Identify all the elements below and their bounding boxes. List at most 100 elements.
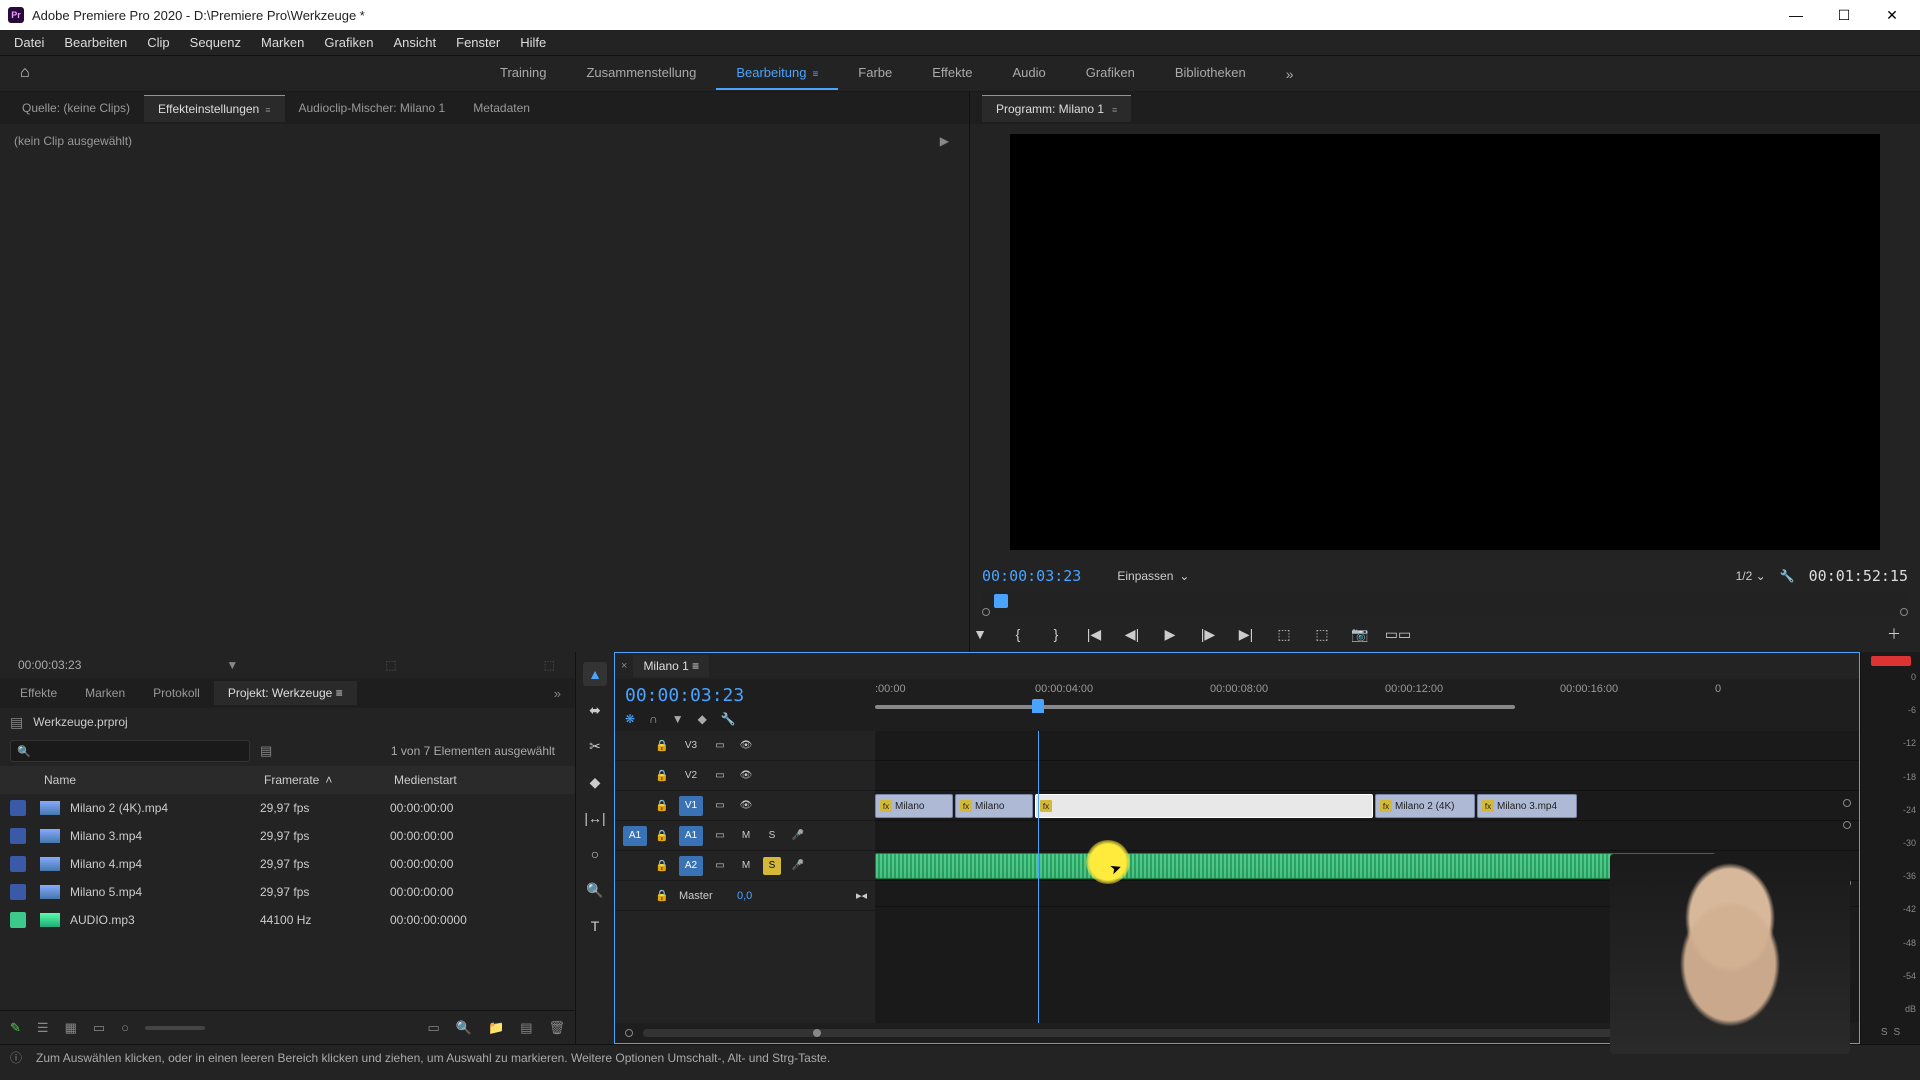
menu-fenster[interactable]: Fenster <box>446 31 510 54</box>
timeline-ruler[interactable]: :00:0000:00:04:0000:00:08:0000:00:12:000… <box>875 679 1859 731</box>
scroll-handle-icon[interactable] <box>1843 821 1851 829</box>
slip-tool[interactable]: |↔| <box>583 806 607 830</box>
program-scrubber[interactable] <box>982 592 1908 616</box>
type-tool[interactable]: T <box>583 914 607 938</box>
menu-hilfe[interactable]: Hilfe <box>510 31 556 54</box>
marker-icon[interactable]: ◆ <box>698 712 707 726</box>
workspace-tab-grafiken[interactable]: Grafiken <box>1066 57 1155 90</box>
view-toggle-icon[interactable]: ▤ <box>260 743 272 759</box>
linked-selection-icon[interactable]: ∩ <box>649 712 658 726</box>
video-clip[interactable]: fxMilano 3.mp4 <box>1477 794 1577 818</box>
voice-over-icon[interactable]: 🎤 <box>789 827 807 845</box>
col-mediastart[interactable]: Medienstart <box>394 773 575 787</box>
mark-out-icon[interactable]: } <box>1046 624 1066 644</box>
toggle-output-icon[interactable]: ▭ <box>711 857 729 875</box>
find-icon[interactable]: 🔍 <box>456 1020 472 1036</box>
go-to-out-icon[interactable]: ▶| <box>1236 624 1256 644</box>
workspace-tab-farbe[interactable]: Farbe <box>838 57 912 90</box>
workspace-tab-bibliotheken[interactable]: Bibliotheken <box>1155 57 1266 90</box>
play-icon[interactable]: ▶ <box>1160 624 1180 644</box>
audio-clip[interactable] <box>875 853 1715 879</box>
comparison-view-icon[interactable]: ▭▭ <box>1388 624 1408 644</box>
project-row[interactable]: Milano 5.mp429,97 fps00:00:00:00 <box>0 878 575 906</box>
scrubber-playhead[interactable] <box>994 594 1008 608</box>
selection-tool[interactable]: ▲ <box>583 662 607 686</box>
track-v2-header[interactable]: 🔒 V2 ▭ 👁 <box>615 761 875 791</box>
overwrite-icon[interactable]: ⬚ <box>544 658 555 672</box>
home-icon[interactable]: ⌂ <box>20 64 40 84</box>
tab-effects[interactable]: Effekte <box>6 681 71 705</box>
lock-icon[interactable]: 🔒 <box>655 769 671 782</box>
menu-icon[interactable]: ≡ <box>1112 105 1117 115</box>
master-value[interactable]: 0,0 <box>737 890 752 902</box>
zoom-handle-right[interactable] <box>813 1029 821 1037</box>
track-v1-lane[interactable]: fxMilanofxMilanofxfxMilano 2 (4K)fxMilan… <box>875 791 1859 821</box>
workspace-tab-zusammenstellung[interactable]: Zusammenstellung <box>566 57 716 90</box>
program-viewer[interactable] <box>1010 134 1880 550</box>
zoom-dropdown[interactable]: 1/2 ⌄ <box>1736 569 1766 583</box>
mark-in-icon[interactable]: { <box>1008 624 1028 644</box>
track-a2-header[interactable]: 🔒 A2 ▭ M S 🎤 <box>615 851 875 881</box>
video-clip[interactable]: fx <box>1035 794 1373 818</box>
eye-icon[interactable]: 👁 <box>737 767 755 785</box>
tab-project[interactable]: Projekt: Werkzeuge ≡ <box>214 681 357 705</box>
export-frame-icon[interactable]: 📷 <box>1350 624 1370 644</box>
track-a1-header[interactable]: A1 🔒 A1 ▭ M S 🎤 <box>615 821 875 851</box>
freeform-view-icon[interactable]: ▭ <box>93 1020 105 1036</box>
add-marker-icon[interactable]: ▼ <box>672 712 684 726</box>
zoom-slider-icon[interactable]: ○ <box>121 1020 129 1035</box>
lock-icon[interactable]: 🔒 <box>655 829 671 842</box>
program-timecode[interactable]: 00:00:03:23 <box>982 567 1081 585</box>
menu-icon[interactable]: ≡ <box>336 686 343 700</box>
zoom-handle-left[interactable] <box>625 1029 633 1037</box>
video-clip[interactable]: fxMilano <box>875 794 953 818</box>
menu-datei[interactable]: Datei <box>4 31 54 54</box>
toggle-output-icon[interactable]: ▭ <box>711 797 729 815</box>
tab-audio-mixer[interactable]: Audioclip-Mischer: Milano 1 <box>285 95 460 121</box>
lock-icon[interactable]: 🔒 <box>655 889 671 902</box>
wrench-icon[interactable]: 🔧 <box>1780 569 1795 583</box>
settings-icon[interactable]: 🔧 <box>721 712 736 726</box>
lock-icon[interactable]: 🔒 <box>655 859 671 872</box>
tab-markers[interactable]: Marken <box>71 681 139 705</box>
toggle-output-icon[interactable]: ▭ <box>711 827 729 845</box>
insert-icon[interactable]: ⬚ <box>385 658 396 672</box>
scrubber-handle-right[interactable] <box>1900 608 1908 616</box>
step-forward-icon[interactable]: |▶ <box>1198 624 1218 644</box>
lock-icon[interactable]: 🔒 <box>655 739 671 752</box>
track-select-tool[interactable]: ⬌ <box>583 698 607 722</box>
track-target-a1[interactable]: A1 <box>679 826 703 846</box>
new-item-icon[interactable]: ✎ <box>10 1020 21 1036</box>
hand-tool[interactable]: 🔍 <box>583 878 607 902</box>
menu-icon[interactable]: ≡ <box>812 69 818 80</box>
delete-icon[interactable]: 🗑 <box>548 1020 565 1036</box>
list-view-icon[interactable]: ☰ <box>37 1020 49 1036</box>
menu-grafiken[interactable]: Grafiken <box>314 31 383 54</box>
filter-icon[interactable]: ▼ <box>226 658 238 672</box>
scrubber-handle-left[interactable] <box>982 608 990 616</box>
button-editor-icon[interactable]: ＋ <box>1884 624 1904 644</box>
collapse-icon[interactable]: ▸◂ <box>856 889 867 902</box>
workspace-tab-training[interactable]: Training <box>480 57 566 90</box>
video-clip[interactable]: fxMilano 2 (4K) <box>1375 794 1475 818</box>
close-sequence-icon[interactable]: × <box>621 660 627 672</box>
maximize-button[interactable]: ☐ <box>1832 7 1856 24</box>
pen-tool[interactable]: ○ <box>583 842 607 866</box>
razor-tool[interactable]: ◆ <box>583 770 607 794</box>
menu-bearbeiten[interactable]: Bearbeiten <box>54 31 137 54</box>
workspace-more-icon[interactable]: » <box>1286 66 1294 82</box>
tab-program[interactable]: Programm: Milano 1≡ <box>982 95 1131 122</box>
track-target-v3[interactable]: V3 <box>679 736 703 756</box>
tab-effect-controls[interactable]: Effekteinstellungen≡ <box>144 95 284 122</box>
add-marker-icon[interactable]: ▼ <box>970 624 990 644</box>
ripple-edit-tool[interactable]: ✂ <box>583 734 607 758</box>
project-row[interactable]: AUDIO.mp344100 Hz00:00:00:0000 <box>0 906 575 934</box>
more-icon[interactable]: » <box>554 686 561 701</box>
step-back-icon[interactable]: ◀| <box>1122 624 1142 644</box>
timeline-timecode[interactable]: 00:00:03:23 <box>625 685 865 706</box>
toggle-output-icon[interactable]: ▭ <box>711 767 729 785</box>
voice-over-icon[interactable]: 🎤 <box>789 857 807 875</box>
fit-dropdown[interactable]: Einpassen ⌄ <box>1117 569 1189 583</box>
project-row[interactable]: Milano 4.mp429,97 fps00:00:00:00 <box>0 850 575 878</box>
arrow-right-icon[interactable]: ▶ <box>940 134 949 148</box>
